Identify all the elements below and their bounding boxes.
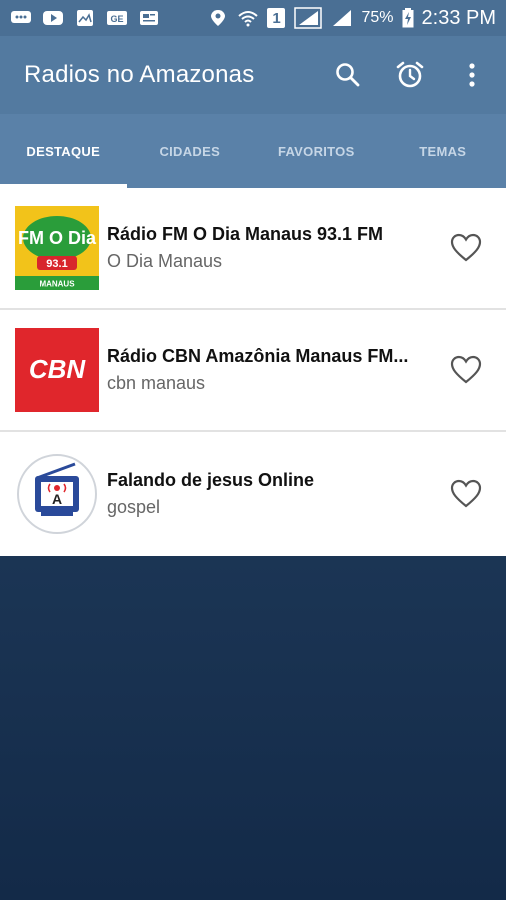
cbn-logo: CBN <box>15 328 99 412</box>
svg-text:93.1: 93.1 <box>46 258 67 270</box>
news-icon <box>140 11 158 25</box>
station-text: Falando de jesus Online gospel <box>107 470 506 518</box>
radio-tower-logo: A <box>17 454 97 534</box>
station-subtitle: gospel <box>107 497 161 517</box>
app-title: Radios no Amazonas <box>24 61 255 88</box>
alarm-icon <box>396 61 424 88</box>
more-options-button[interactable] <box>454 57 490 93</box>
station-text: Rádio CBN Amazônia Manaus FM... cbn mana… <box>107 346 506 394</box>
tab-bar: DESTAQUE CIDADES FAVORITOS TEMAS <box>0 114 506 188</box>
search-button[interactable] <box>330 57 366 93</box>
search-icon <box>336 63 360 87</box>
ge-icon: GE <box>107 11 127 25</box>
signal-icon-2 <box>333 10 352 26</box>
more-vert-icon <box>469 63 475 87</box>
station-subtitle: O Dia Manaus <box>107 251 223 271</box>
station-subtitle: cbn manaus <box>107 373 206 393</box>
station-list: FM O Dia 93.1 MANAUS Rádio FM O Dia Mana… <box>0 188 506 556</box>
svg-text:GE: GE <box>110 14 123 24</box>
sim-icon: 1 <box>267 8 286 28</box>
station-title: Falando de jesus Online <box>107 470 315 490</box>
svg-text:A: A <box>52 491 62 507</box>
favorite-heart-icon[interactable] <box>450 355 482 385</box>
location-icon <box>211 10 226 26</box>
battery-percentage: 75% <box>361 9 394 26</box>
station-text: Rádio FM O Dia Manaus 93.1 FM O Dia Mana… <box>107 224 506 272</box>
svg-text:FM O Dia: FM O Dia <box>18 228 97 248</box>
alarm-button[interactable] <box>392 57 428 93</box>
battery-icon <box>402 8 414 28</box>
station-title: Rádio CBN Amazônia Manaus FM... <box>107 346 409 366</box>
image-icon <box>77 10 93 26</box>
status-notifications: GE <box>10 9 160 27</box>
clock: 2:33 PM <box>421 6 496 29</box>
odia-logo: FM O Dia 93.1 MANAUS <box>15 206 99 290</box>
signal-icon <box>294 7 323 29</box>
status-bar: GE 1 75% 2:33 PM <box>0 0 506 36</box>
favorite-heart-icon[interactable] <box>450 479 482 509</box>
favorite-heart-icon[interactable] <box>450 233 482 263</box>
app-actions <box>330 57 490 93</box>
tab-temas[interactable]: TEMAS <box>380 114 506 188</box>
station-row[interactable]: CBN Rádio CBN Amazônia Manaus FM... cbn … <box>0 310 506 432</box>
app-bar: Radios no Amazonas <box>0 36 506 114</box>
station-row[interactable]: A Falando de jesus Online gospel <box>0 432 506 556</box>
station-row[interactable]: FM O Dia 93.1 MANAUS Rádio FM O Dia Mana… <box>0 188 506 310</box>
status-system: 1 75% 2:33 PM <box>207 7 496 30</box>
tab-favoritos[interactable]: FAVORITOS <box>253 114 380 188</box>
youtube-icon <box>43 11 63 25</box>
svg-text:MANAUS: MANAUS <box>39 280 75 289</box>
station-title: Rádio FM O Dia Manaus 93.1 FM <box>107 224 384 244</box>
tab-cidades[interactable]: CIDADES <box>127 114 254 188</box>
svg-text:CBN: CBN <box>29 354 87 384</box>
tab-destaque[interactable]: DESTAQUE <box>0 114 127 188</box>
wifi-icon <box>238 11 259 27</box>
chat-icon <box>11 11 31 23</box>
